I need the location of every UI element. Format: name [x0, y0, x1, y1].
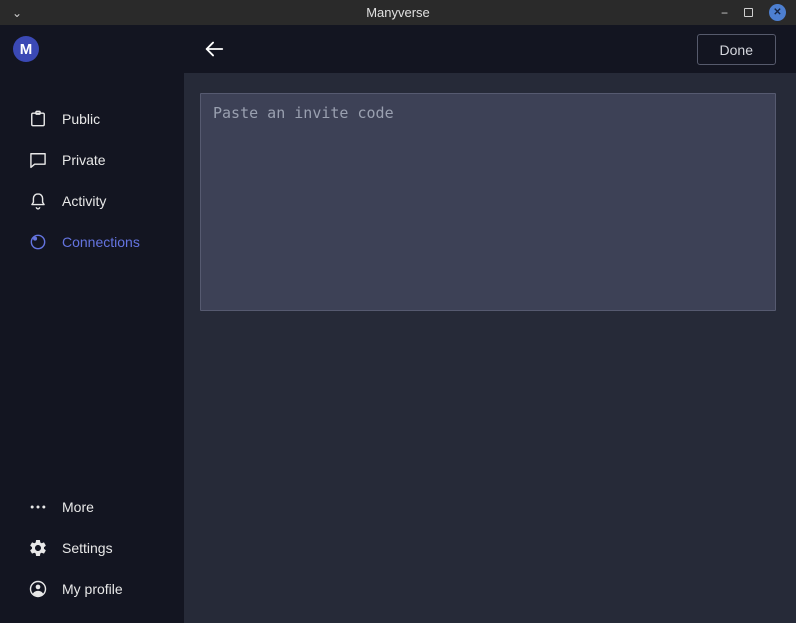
sidebar-item-more[interactable]: More	[0, 486, 184, 527]
main-panel	[184, 73, 796, 623]
sidebar-item-settings[interactable]: Settings	[0, 527, 184, 568]
gear-icon	[28, 538, 48, 558]
ellipsis-icon	[28, 497, 48, 517]
window-title: Manyverse	[0, 5, 796, 20]
sidebar-item-label: Private	[62, 152, 106, 168]
sidebar-spacer	[0, 262, 184, 486]
sidebar-item-label: My profile	[62, 581, 123, 597]
invite-code-input[interactable]	[200, 93, 776, 311]
done-button[interactable]: Done	[697, 34, 776, 65]
bell-icon	[28, 191, 48, 211]
sidebar-item-label: Activity	[62, 193, 106, 209]
content-area: Public Private Activity	[0, 73, 796, 623]
close-button[interactable]: ✕	[769, 4, 786, 21]
sidebar-item-my-profile[interactable]: My profile	[0, 568, 184, 609]
back-arrow-icon	[203, 38, 225, 60]
sidebar-item-label: More	[62, 499, 94, 515]
restore-icon	[744, 8, 753, 17]
restore-button[interactable]	[744, 8, 753, 17]
back-button[interactable]	[200, 35, 228, 63]
app-header: M Done	[0, 25, 796, 73]
os-titlebar: ⌄ Manyverse − ✕	[0, 0, 796, 25]
app-menu-chevron-icon[interactable]: ⌄	[0, 6, 34, 20]
manyverse-logo[interactable]: M	[13, 36, 39, 62]
sidebar-item-private[interactable]: Private	[0, 139, 184, 180]
message-bubble-icon	[28, 150, 48, 170]
sidebar-item-public[interactable]: Public	[0, 98, 184, 139]
sidebar: Public Private Activity	[0, 73, 184, 623]
sidebar-item-label: Public	[62, 111, 100, 127]
sidebar-item-activity[interactable]: Activity	[0, 180, 184, 221]
profile-icon	[28, 579, 48, 599]
sidebar-item-label: Settings	[62, 540, 113, 556]
sidebar-item-label: Connections	[62, 234, 140, 250]
window-controls: − ✕	[721, 4, 796, 21]
clipboard-icon	[28, 109, 48, 129]
connections-icon	[28, 232, 48, 252]
minimize-button[interactable]: −	[721, 7, 728, 19]
sidebar-item-connections[interactable]: Connections	[0, 221, 184, 262]
